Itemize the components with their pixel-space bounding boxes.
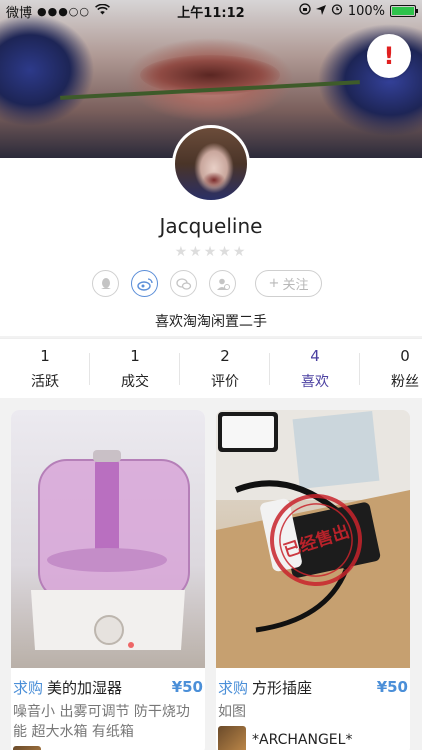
stat-label: 粉丝: [391, 373, 419, 390]
product-title: 方形插座: [252, 678, 313, 697]
follow-button[interactable]: + 关注: [255, 270, 322, 297]
stat-label: 活跃: [31, 373, 59, 390]
alert-icon: !: [383, 42, 395, 70]
status-bar: 微博 ●●●○○ 上午11:12 100%: [0, 0, 422, 22]
stat-label: 喜欢: [301, 373, 329, 390]
profile-name: Jacqueline: [159, 214, 263, 238]
plus-icon: +: [268, 276, 280, 291]
seller-avatar[interactable]: [218, 726, 246, 750]
product-price: ¥50: [171, 678, 203, 696]
wanted-tag: 求购: [218, 678, 249, 697]
stat-count: 0: [400, 346, 410, 365]
avatar[interactable]: [172, 125, 250, 203]
product-description: 如图: [218, 704, 246, 720]
qq-icon[interactable]: [92, 270, 119, 297]
stat-label: 成交: [121, 373, 149, 390]
wanted-tag: 求购: [13, 678, 44, 697]
stat-count: 2: [220, 346, 230, 365]
product-image[interactable]: 已经售出: [216, 410, 410, 668]
tab-active[interactable]: 1 活跃: [0, 339, 90, 398]
alarm-icon: [331, 3, 343, 19]
tab-reviews[interactable]: 2 评价: [180, 339, 270, 398]
report-button[interactable]: !: [367, 34, 411, 78]
product-price: ¥50: [376, 678, 408, 696]
back-app-label[interactable]: 微博: [6, 2, 32, 21]
weibo-icon[interactable]: [131, 270, 158, 297]
stats-tabs: 1 活跃 1 成交 2 评价 4 喜欢 0 粉丝: [0, 338, 422, 398]
tab-deals[interactable]: 1 成交: [90, 339, 180, 398]
follow-label: 关注: [282, 278, 309, 293]
stat-count: 4: [310, 346, 320, 365]
battery-percent: 100%: [347, 3, 385, 19]
wifi-icon: [95, 3, 110, 19]
battery-icon: [390, 5, 418, 17]
seller-name: *ARCHANGEL*: [252, 732, 353, 748]
product-description: 噪音小 出雾可调节 防干烧功能 超大水箱 有纸箱: [13, 704, 190, 740]
seller-row[interactable]: [11, 742, 205, 750]
stat-count: 1: [40, 346, 50, 365]
stat-label: 评价: [211, 373, 239, 390]
rating-stars: ★★★★★: [174, 244, 248, 260]
tab-likes[interactable]: 4 喜欢: [270, 339, 360, 398]
product-image[interactable]: [11, 410, 205, 668]
verified-user-icon[interactable]: [209, 270, 236, 297]
product-card[interactable]: 求购 美的加湿器 ¥50 噪音小 出雾可调节 防干烧功能 超大水箱 有纸箱: [11, 410, 205, 750]
stat-count: 1: [130, 346, 140, 365]
seller-row[interactable]: *ARCHANGEL*: [216, 722, 410, 750]
product-card[interactable]: 已经售出 求购 方形插座 ¥50 如图 *ARCHANGEL*: [216, 410, 410, 750]
wechat-icon[interactable]: [170, 270, 197, 297]
profile-bio: 喜欢淘淘闲置二手: [155, 314, 267, 330]
tab-fans[interactable]: 0 粉丝: [360, 339, 422, 398]
product-title: 美的加湿器: [47, 678, 123, 697]
location-icon: [315, 4, 326, 19]
signal-icon: ●●●○○: [37, 4, 91, 18]
orientation-lock-icon: [299, 3, 311, 19]
seller-avatar[interactable]: [13, 746, 41, 750]
social-links: + 关注: [92, 270, 322, 297]
